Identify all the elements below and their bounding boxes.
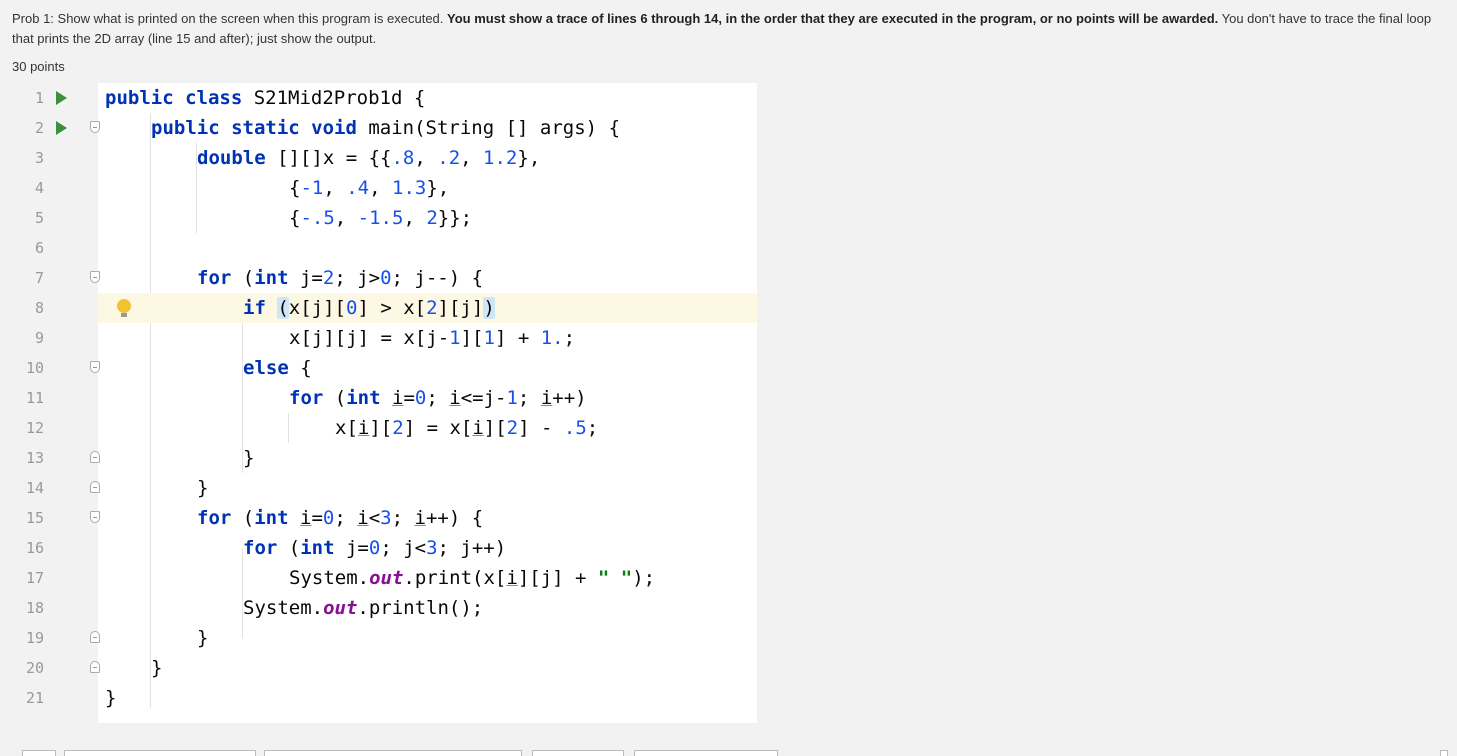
question-text: Prob 1: Show what is printed on the scre… xyxy=(12,9,1447,49)
code-text: for (int i=0; i<3; i++) { xyxy=(197,507,484,529)
line-number: 10 xyxy=(25,359,44,377)
code-line-10: 10 else { xyxy=(0,353,757,383)
code-text: x[i][2] = x[i][2] - .5; xyxy=(335,417,599,439)
toolbar-segment[interactable] xyxy=(532,750,624,756)
fold-icon[interactable] xyxy=(90,481,100,493)
code-line-11: 11 for (int i=0; i<=j-1; i++) xyxy=(0,383,757,413)
code-line-8: 8 if (x[j][0] > x[2][j]) xyxy=(0,293,757,323)
line-number: 13 xyxy=(25,449,44,467)
code-text: System.out.print(x[i][j] + " "); xyxy=(289,567,656,589)
code-line-16: 16 for (int j=0; j<3; j++) xyxy=(0,533,757,563)
toolbar-segment[interactable] xyxy=(264,750,522,756)
fold-icon[interactable] xyxy=(90,121,100,133)
line-number: 18 xyxy=(25,599,44,617)
run-icon[interactable] xyxy=(56,121,67,135)
question-prefix: Prob 1: Show what is printed on the scre… xyxy=(12,11,448,26)
code-line-2: 2 public static void main(String [] args… xyxy=(0,113,757,143)
code-text: System.out.println(); xyxy=(243,597,484,619)
fold-icon[interactable] xyxy=(90,271,100,283)
line-number: 19 xyxy=(25,629,44,647)
fold-icon[interactable] xyxy=(90,631,100,643)
code-line-3: 3 double [][]x = {{.8, .2, 1.2}, xyxy=(0,143,757,173)
toolbar-segment[interactable] xyxy=(1440,750,1448,756)
line-number: 7 xyxy=(34,269,44,287)
code-text: for (int j=0; j<3; j++) xyxy=(243,537,507,559)
lightbulb-icon[interactable] xyxy=(117,299,131,317)
line-number: 8 xyxy=(34,299,44,317)
line-number: 17 xyxy=(25,569,44,587)
code-text: {-.5, -1.5, 2}}; xyxy=(289,207,473,229)
code-text: for (int i=0; i<=j-1; i++) xyxy=(289,387,587,409)
line-number: 3 xyxy=(34,149,44,167)
code-line-1: 1 public class S21Mid2Prob1d { xyxy=(0,83,757,113)
line-number: 21 xyxy=(25,689,44,707)
code-line-7: 7 for (int j=2; j>0; j--) { xyxy=(0,263,757,293)
code-line-19: 19 } xyxy=(0,623,757,653)
code-line-17: 17 System.out.print(x[i][j] + " "); xyxy=(0,563,757,593)
answer-toolbar-edge xyxy=(0,745,1457,756)
line-number: 14 xyxy=(25,479,44,497)
line-number: 5 xyxy=(34,209,44,227)
toolbar-segment[interactable] xyxy=(634,750,778,756)
toolbar-segment[interactable] xyxy=(22,750,56,756)
line-number: 12 xyxy=(25,419,44,437)
code-line-4: 4 {-1, .4, 1.3}, xyxy=(0,173,757,203)
code-text: if (x[j][0] > x[2][j]) xyxy=(243,297,495,319)
code-line-15: 15 for (int i=0; i<3; i++) { xyxy=(0,503,757,533)
code-text: double [][]x = {{.8, .2, 1.2}, xyxy=(197,147,541,169)
code-text: else { xyxy=(243,357,312,379)
line-number: 1 xyxy=(34,89,44,107)
line-number: 11 xyxy=(25,389,44,407)
fold-icon[interactable] xyxy=(90,451,100,463)
code-screenshot: 1 public class S21Mid2Prob1d { 2 public … xyxy=(0,83,757,723)
code-line-6: 6 xyxy=(0,233,757,263)
code-line-9: 9 x[j][j] = x[j-1][1] + 1.; xyxy=(0,323,757,353)
run-icon[interactable] xyxy=(56,91,67,105)
code-text: for (int j=2; j>0; j--) { xyxy=(197,267,484,289)
line-number: 4 xyxy=(34,179,44,197)
fold-icon[interactable] xyxy=(90,661,100,673)
line-number: 9 xyxy=(34,329,44,347)
code-text: x[j][j] = x[j-1][1] + 1.; xyxy=(289,327,576,349)
code-text: } xyxy=(243,447,255,469)
code-text: } xyxy=(151,657,163,679)
points-label: 30 points xyxy=(12,59,65,74)
code-text: {-1, .4, 1.3}, xyxy=(289,177,450,199)
question-emphasis: You must show a trace of lines 6 through… xyxy=(447,11,1219,26)
code-text: public static void main(String [] args) … xyxy=(151,117,621,139)
code-text: } xyxy=(197,477,209,499)
line-number: 2 xyxy=(34,119,44,137)
line-number: 20 xyxy=(25,659,44,677)
fold-icon[interactable] xyxy=(90,511,100,523)
line-number: 6 xyxy=(34,239,44,257)
code-line-5: 5 {-.5, -1.5, 2}}; xyxy=(0,203,757,233)
code-line-12: 12 x[i][2] = x[i][2] - .5; xyxy=(0,413,757,443)
code-line-13: 13 } xyxy=(0,443,757,473)
toolbar-segment[interactable] xyxy=(64,750,256,756)
code-line-21: 21 } xyxy=(0,683,757,713)
code-text: } xyxy=(197,627,209,649)
code-text: public class S21Mid2Prob1d { xyxy=(105,87,426,109)
code-text: } xyxy=(105,687,117,709)
code-line-20: 20 } xyxy=(0,653,757,683)
fold-icon[interactable] xyxy=(90,361,100,373)
line-number: 15 xyxy=(25,509,44,527)
code-line-18: 18 System.out.println(); xyxy=(0,593,757,623)
line-number: 16 xyxy=(25,539,44,557)
code-line-14: 14 } xyxy=(0,473,757,503)
